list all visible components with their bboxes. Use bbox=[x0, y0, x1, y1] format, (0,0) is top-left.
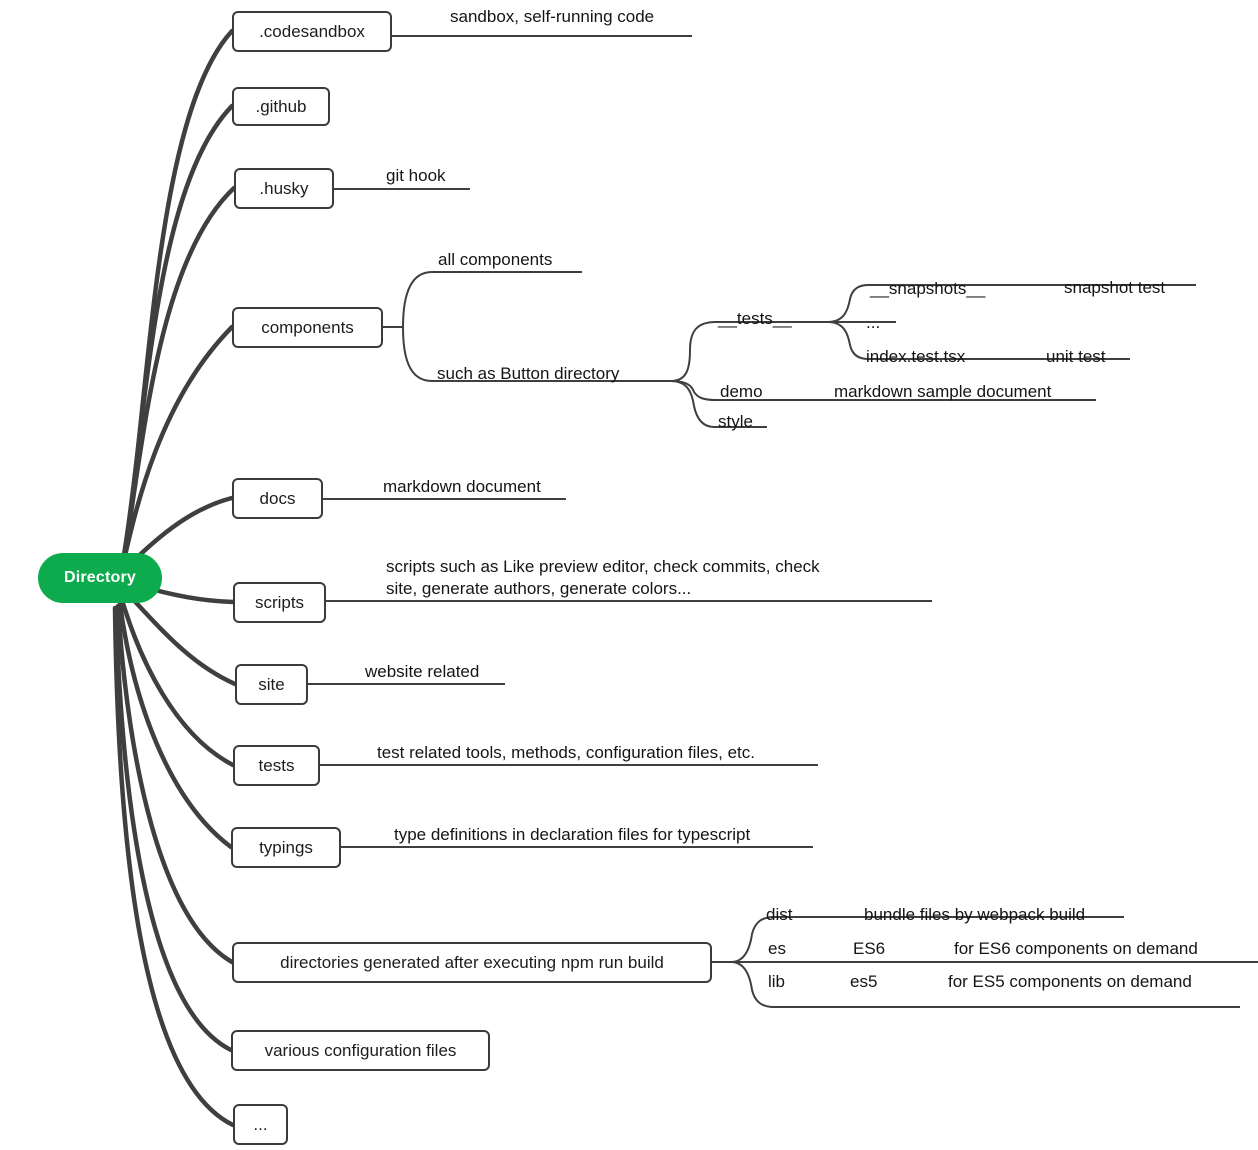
node-scripts-label: scripts bbox=[254, 592, 305, 612]
note-dist: bundle files by webpack build bbox=[864, 905, 1086, 924]
note-typings: type definitions in declaration files fo… bbox=[394, 825, 751, 844]
label-es: es bbox=[768, 939, 786, 958]
note-index-test-tsx: unit test bbox=[1046, 347, 1106, 366]
node-scripts[interactable]: scripts bbox=[233, 582, 326, 623]
node-docs-label: docs bbox=[259, 488, 296, 508]
node-components-label: components bbox=[261, 317, 354, 337]
node-site[interactable]: site bbox=[235, 664, 308, 705]
note-site: website related bbox=[365, 662, 480, 681]
label-demo: demo bbox=[720, 382, 763, 401]
edge-root-codesandbox bbox=[117, 28, 235, 581]
edge-root-more bbox=[112, 605, 236, 1128]
node-build-output[interactable]: directories generated after executing np… bbox=[232, 942, 712, 983]
node-codesandbox-label: .codesandbox bbox=[259, 21, 365, 41]
mindmap-canvas: Directory .codesandbox sandbox, self-run… bbox=[0, 0, 1258, 1150]
note-snapshots: snapshot test bbox=[1064, 278, 1166, 297]
note-docs: markdown document bbox=[383, 477, 541, 496]
node-typings[interactable]: typings bbox=[231, 827, 341, 868]
node-site-label: site bbox=[258, 674, 285, 694]
edge-root-site bbox=[125, 591, 238, 687]
note-demo: markdown sample document bbox=[834, 382, 1052, 401]
label-es-target: ES6 bbox=[853, 939, 886, 958]
node-more-label: ... bbox=[253, 1114, 268, 1134]
node-config-files-label: various configuration files bbox=[264, 1040, 457, 1060]
label-tests-folder: __tests__ bbox=[718, 309, 792, 328]
node-docs[interactable]: docs bbox=[232, 478, 323, 519]
edge-root-husky bbox=[117, 185, 237, 581]
node-husky-label: .husky bbox=[259, 178, 309, 198]
node-husky[interactable]: .husky bbox=[234, 168, 334, 209]
label-button-directory: such as Button directory bbox=[437, 364, 620, 383]
node-config-files[interactable]: various configuration files bbox=[231, 1030, 490, 1071]
note-es: for ES6 components on demand bbox=[954, 939, 1198, 958]
edge-components-all bbox=[402, 271, 582, 328]
note-husky: git hook bbox=[386, 166, 446, 185]
node-github-label: .github bbox=[255, 96, 307, 116]
node-components[interactable]: components bbox=[232, 307, 383, 348]
label-index-test-tsx: index.test.tsx bbox=[866, 347, 966, 366]
label-tests-ellipsis: ... bbox=[866, 313, 881, 332]
note-codesandbox: sandbox, self-running code bbox=[450, 7, 655, 26]
label-dist: dist bbox=[766, 905, 793, 924]
label-style: style bbox=[718, 412, 753, 431]
label-lib: lib bbox=[768, 972, 786, 991]
label-snapshots: __snapshots__ bbox=[870, 279, 986, 298]
note-tests: test related tools, methods, configurati… bbox=[377, 743, 755, 762]
mindmap-root-label: Directory bbox=[63, 569, 137, 586]
label-lib-target: es5 bbox=[850, 972, 878, 991]
edge-root-tests bbox=[119, 597, 236, 768]
node-github[interactable]: .github bbox=[232, 87, 330, 126]
node-codesandbox[interactable]: .codesandbox bbox=[232, 11, 392, 52]
node-tests[interactable]: tests bbox=[233, 745, 320, 786]
note-scripts-line2: site, generate authors, generate colors.… bbox=[386, 579, 692, 598]
edge-button-tests bbox=[670, 321, 896, 382]
node-more[interactable]: ... bbox=[233, 1104, 288, 1145]
node-typings-label: typings bbox=[259, 837, 313, 857]
note-scripts-line1: scripts such as Like preview editor, che… bbox=[386, 557, 820, 576]
label-all-components: all components bbox=[438, 250, 553, 269]
node-tests-label: tests bbox=[258, 755, 295, 775]
node-build-output-label: directories generated after executing np… bbox=[280, 952, 664, 972]
mindmap-root-node[interactable]: Directory bbox=[38, 553, 162, 603]
note-lib: for ES5 components on demand bbox=[948, 972, 1192, 991]
